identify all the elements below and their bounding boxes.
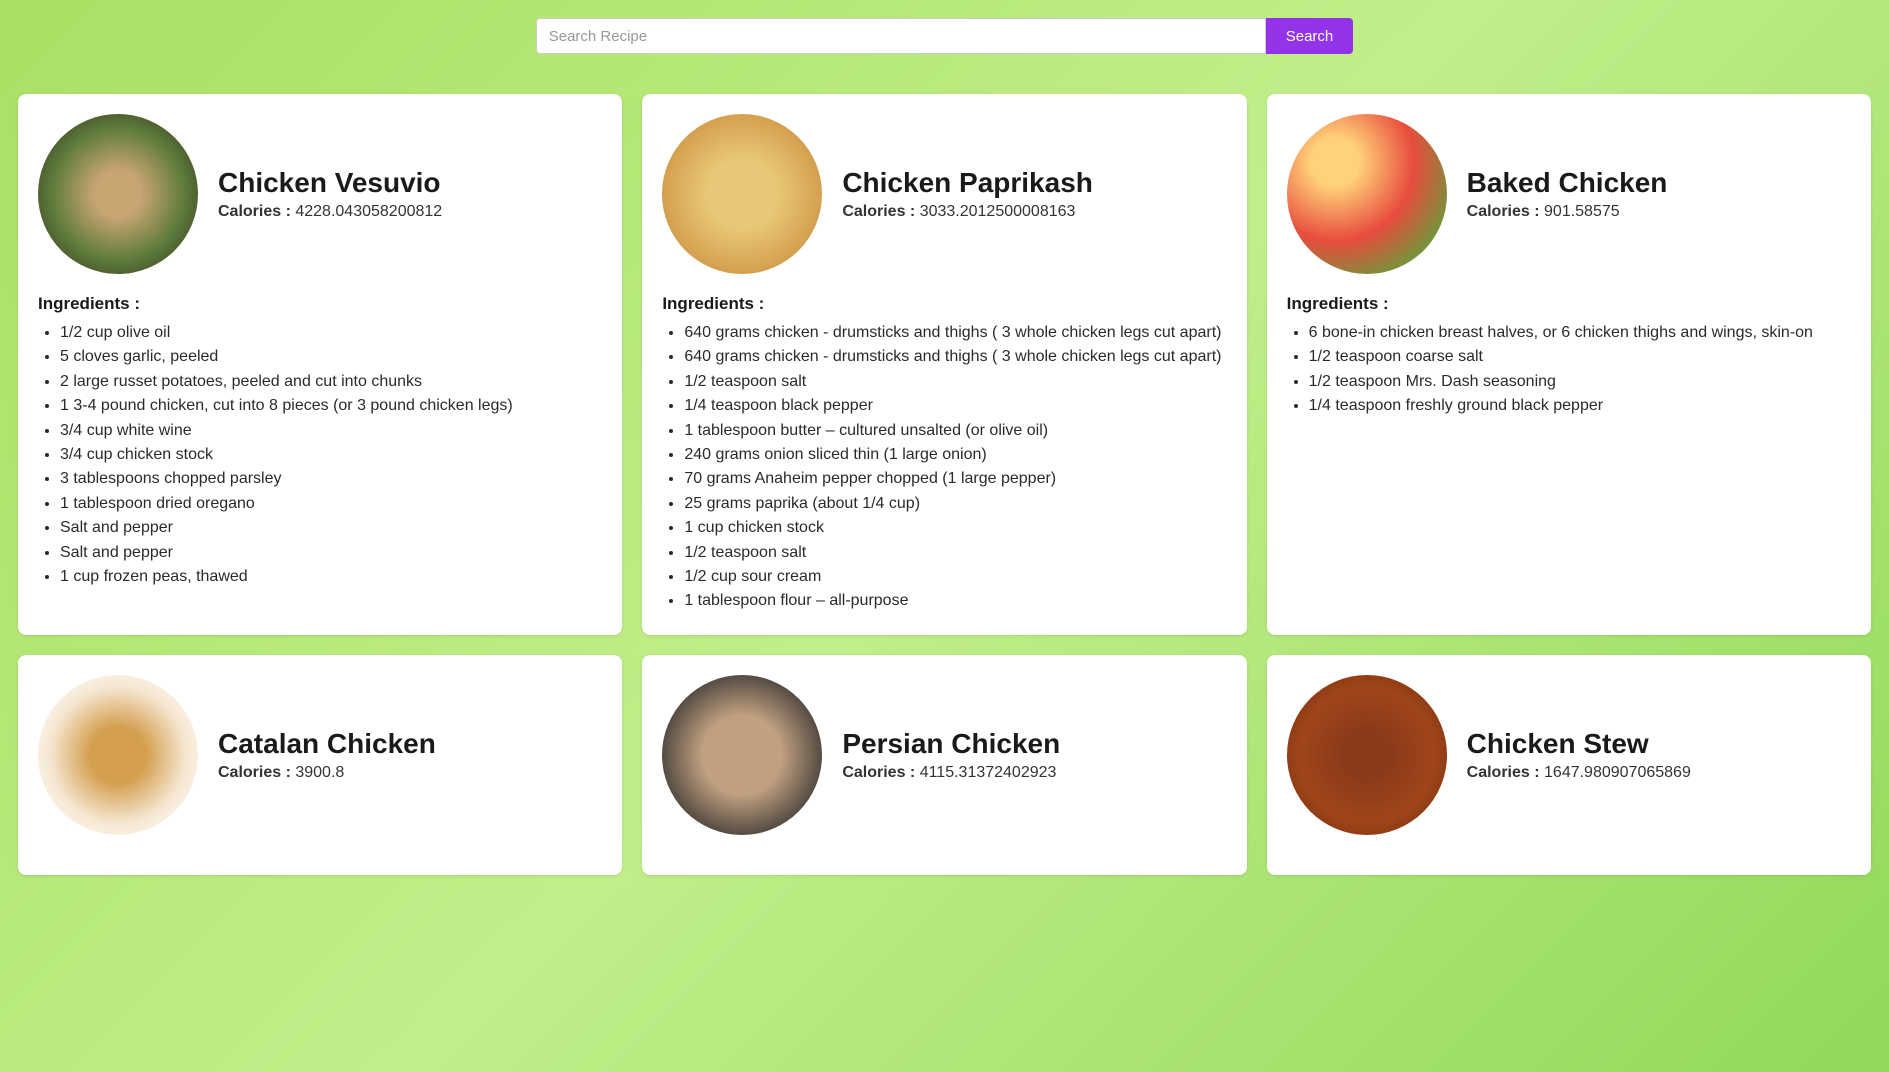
recipe-header: Baked Chicken Calories : 901.58575 xyxy=(1287,114,1851,274)
ingredients-list: 1/2 cup olive oil5 cloves garlic, peeled… xyxy=(38,322,602,588)
recipe-info: Chicken Paprikash Calories : 3033.2012500… xyxy=(842,167,1093,221)
search-bar: Search xyxy=(18,18,1871,54)
recipe-image xyxy=(38,675,198,835)
recipe-header: Chicken Paprikash Calories : 3033.2012500… xyxy=(662,114,1226,274)
recipe-card: Catalan Chicken Calories : 3900.8 xyxy=(18,655,622,875)
recipe-header: Chicken Stew Calories : 1647.980907065869 xyxy=(1287,675,1851,835)
recipe-info: Persian Chicken Calories : 4115.313724029… xyxy=(842,728,1060,782)
search-button[interactable]: Search xyxy=(1266,18,1354,54)
calories-value: 3900.8 xyxy=(295,764,344,781)
recipe-card: Baked Chicken Calories : 901.58575 Ingredi… xyxy=(1267,94,1871,635)
recipe-header: Catalan Chicken Calories : 3900.8 xyxy=(38,675,602,835)
ingredient-item: 1 cup chicken stock xyxy=(684,517,1226,539)
recipe-title: Chicken Paprikash xyxy=(842,167,1093,199)
ingredient-item: 3 tablespoons chopped parsley xyxy=(60,468,602,490)
ingredient-item: 3/4 cup white wine xyxy=(60,420,602,442)
ingredient-item: 640 grams chicken - drumsticks and thigh… xyxy=(684,346,1226,368)
recipe-info: Baked Chicken Calories : 901.58575 xyxy=(1467,167,1668,221)
ingredient-item: 70 grams Anaheim pepper chopped (1 large… xyxy=(684,468,1226,490)
search-input[interactable] xyxy=(536,18,1266,54)
recipe-card: Chicken Paprikash Calories : 3033.2012500… xyxy=(642,94,1246,635)
ingredient-item: 1/4 teaspoon freshly ground black pepper xyxy=(1309,395,1851,417)
ingredient-item: 1 tablespoon butter – cultured unsalted … xyxy=(684,420,1226,442)
calories-value: 1647.980907065869 xyxy=(1544,764,1691,781)
recipe-header: Persian Chicken Calories : 4115.313724029… xyxy=(662,675,1226,835)
recipe-card: Chicken Stew Calories : 1647.980907065869 xyxy=(1267,655,1871,875)
ingredient-item: 6 bone-in chicken breast halves, or 6 ch… xyxy=(1309,322,1851,344)
ingredient-item: 1/2 teaspoon Mrs. Dash seasoning xyxy=(1309,371,1851,393)
ingredients-label: Ingredients : xyxy=(662,294,1226,314)
recipe-info: Chicken Vesuvio Calories : 4228.043058200… xyxy=(218,167,442,221)
recipe-image xyxy=(1287,675,1447,835)
ingredient-item: 1 tablespoon dried oregano xyxy=(60,493,602,515)
recipe-title: Baked Chicken xyxy=(1467,167,1668,199)
ingredient-item: 5 cloves garlic, peeled xyxy=(60,346,602,368)
recipe-calories: Calories : 3900.8 xyxy=(218,764,436,782)
recipe-grid: Chicken Vesuvio Calories : 4228.043058200… xyxy=(18,94,1871,875)
recipe-calories: Calories : 901.58575 xyxy=(1467,203,1668,221)
recipe-title: Catalan Chicken xyxy=(218,728,436,760)
ingredient-item: 240 grams onion sliced thin (1 large oni… xyxy=(684,444,1226,466)
ingredient-item: 1/4 teaspoon black pepper xyxy=(684,395,1226,417)
recipe-image xyxy=(1287,114,1447,274)
ingredient-item: 1 3-4 pound chicken, cut into 8 pieces (… xyxy=(60,395,602,417)
recipe-title: Chicken Vesuvio xyxy=(218,167,442,199)
calories-label: Calories : xyxy=(1467,764,1544,781)
ingredient-item: Salt and pepper xyxy=(60,517,602,539)
calories-label: Calories : xyxy=(218,764,295,781)
ingredient-item: 1 cup frozen peas, thawed xyxy=(60,566,602,588)
ingredient-item: 1/2 teaspoon coarse salt xyxy=(1309,346,1851,368)
ingredient-item: 2 large russet potatoes, peeled and cut … xyxy=(60,371,602,393)
ingredient-item: 25 grams paprika (about 1/4 cup) xyxy=(684,493,1226,515)
recipe-calories: Calories : 3033.2012500008163 xyxy=(842,203,1093,221)
calories-label: Calories : xyxy=(218,203,295,220)
ingredient-item: 1/2 cup olive oil xyxy=(60,322,602,344)
recipe-calories: Calories : 1647.980907065869 xyxy=(1467,764,1691,782)
ingredient-item: Salt and pepper xyxy=(60,542,602,564)
ingredient-item: 1/2 teaspoon salt xyxy=(684,371,1226,393)
ingredient-item: 1/2 cup sour cream xyxy=(684,566,1226,588)
recipe-title: Chicken Stew xyxy=(1467,728,1691,760)
recipe-calories: Calories : 4115.31372402923 xyxy=(842,764,1060,782)
ingredient-item: 640 grams chicken - drumsticks and thigh… xyxy=(684,322,1226,344)
calories-value: 901.58575 xyxy=(1544,203,1620,220)
recipe-info: Chicken Stew Calories : 1647.980907065869 xyxy=(1467,728,1691,782)
calories-label: Calories : xyxy=(1467,203,1544,220)
calories-label: Calories : xyxy=(842,203,919,220)
ingredients-list: 640 grams chicken - drumsticks and thigh… xyxy=(662,322,1226,613)
recipe-calories: Calories : 4228.043058200812 xyxy=(218,203,442,221)
recipe-card: Chicken Vesuvio Calories : 4228.043058200… xyxy=(18,94,622,635)
recipe-image xyxy=(662,114,822,274)
recipe-image xyxy=(662,675,822,835)
ingredient-item: 1/2 teaspoon salt xyxy=(684,542,1226,564)
calories-value: 3033.2012500008163 xyxy=(920,203,1076,220)
ingredients-label: Ingredients : xyxy=(1287,294,1851,314)
recipe-header: Chicken Vesuvio Calories : 4228.043058200… xyxy=(38,114,602,274)
ingredient-item: 1 tablespoon flour – all-purpose xyxy=(684,590,1226,612)
ingredients-label: Ingredients : xyxy=(38,294,602,314)
calories-label: Calories : xyxy=(842,764,919,781)
recipe-image xyxy=(38,114,198,274)
ingredients-list: 6 bone-in chicken breast halves, or 6 ch… xyxy=(1287,322,1851,418)
recipe-card: Persian Chicken Calories : 4115.313724029… xyxy=(642,655,1246,875)
calories-value: 4115.31372402923 xyxy=(920,764,1057,781)
recipe-info: Catalan Chicken Calories : 3900.8 xyxy=(218,728,436,782)
calories-value: 4228.043058200812 xyxy=(295,203,442,220)
ingredient-item: 3/4 cup chicken stock xyxy=(60,444,602,466)
recipe-title: Persian Chicken xyxy=(842,728,1060,760)
